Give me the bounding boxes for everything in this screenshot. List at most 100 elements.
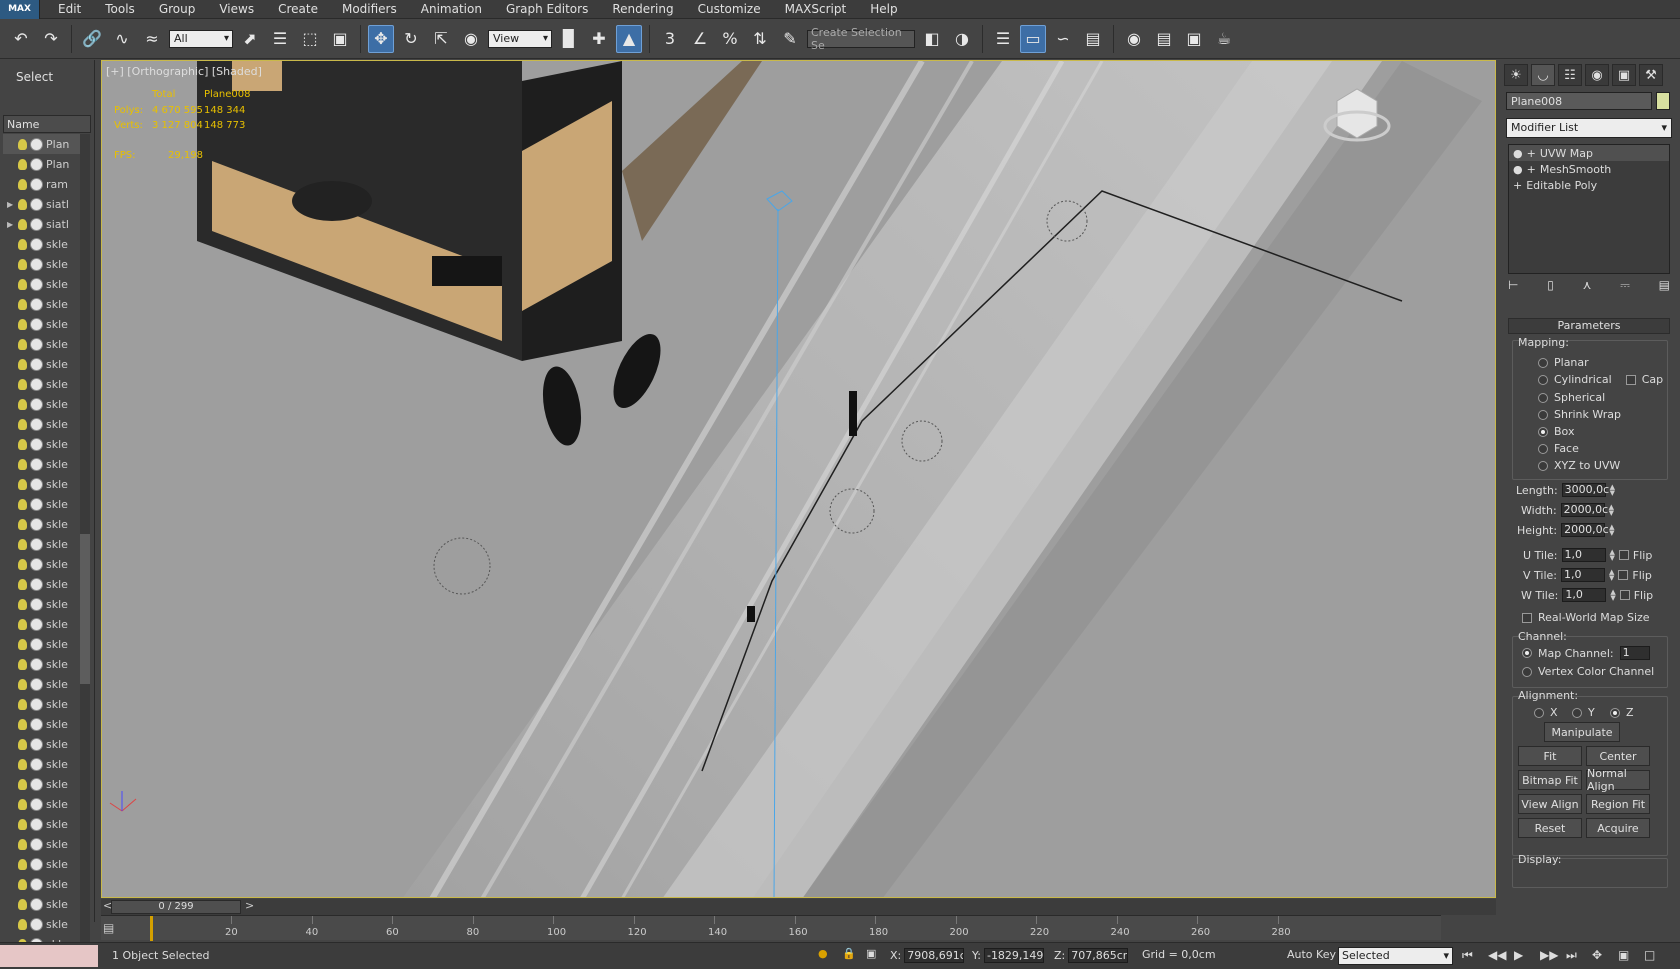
freeze-toggle-icon[interactable] — [30, 397, 43, 411]
length-input[interactable]: 3000,0c — [1561, 483, 1609, 497]
object-color-swatch[interactable] — [1656, 92, 1670, 110]
lightbulb-icon[interactable] — [18, 298, 27, 310]
manipulate-button[interactable]: Manipulate — [1544, 722, 1620, 742]
previous-frame-icon[interactable]: ◀◀ — [1488, 948, 1506, 962]
explorer-row[interactable]: skle — [3, 334, 83, 354]
freeze-toggle-icon[interactable] — [30, 917, 43, 931]
radio-button[interactable] — [1572, 707, 1582, 718]
render-setup-icon[interactable]: ▤ — [1151, 25, 1177, 53]
explorer-row[interactable]: skle — [3, 714, 83, 734]
motion-tab-icon[interactable]: ◉ — [1585, 64, 1609, 86]
lightbulb-icon[interactable] — [18, 358, 27, 370]
explorer-row[interactable]: skle — [3, 314, 83, 334]
create-tab-icon[interactable]: ☀ — [1504, 64, 1528, 86]
explorer-row[interactable]: skle — [3, 894, 83, 914]
lightbulb-icon[interactable] — [18, 838, 27, 850]
align-y-option[interactable]: Y — [1572, 706, 1595, 719]
parameters-rollout-header[interactable]: Parameters — [1508, 318, 1670, 334]
bitmap-fit-button[interactable]: Bitmap Fit — [1518, 770, 1582, 790]
height-input[interactable]: 2000,0c — [1561, 523, 1609, 537]
mapping-option-xyz-to-uvw[interactable]: XYZ to UVW — [1538, 459, 1620, 472]
viewport-label[interactable]: [+] [Orthographic] [Shaded] — [106, 65, 262, 78]
lightbulb-icon[interactable] — [18, 558, 27, 570]
lightbulb-icon[interactable] — [18, 418, 27, 430]
bulb-icon[interactable]: ● — [1513, 163, 1523, 176]
explorer-row[interactable]: skle — [3, 914, 83, 934]
freeze-toggle-icon[interactable] — [30, 357, 43, 371]
radio-button[interactable] — [1538, 392, 1548, 403]
menu-rendering[interactable]: Rendering — [600, 0, 685, 19]
lightbulb-icon[interactable] — [18, 278, 27, 290]
freeze-toggle-icon[interactable] — [30, 717, 43, 731]
link-icon[interactable]: 🔗 — [79, 25, 105, 53]
freeze-toggle-icon[interactable] — [30, 817, 43, 831]
freeze-toggle-icon[interactable] — [30, 277, 43, 291]
real-world-checkbox[interactable] — [1522, 612, 1532, 623]
map-channel-input[interactable]: 1 — [1619, 646, 1650, 660]
radio-button-selected[interactable] — [1610, 707, 1620, 718]
spinner-arrows-icon[interactable]: ▲ ▼ — [1609, 504, 1614, 517]
explorer-select-menu[interactable]: Select — [0, 60, 94, 94]
vertex-color-channel-option[interactable]: Vertex Color Channel — [1522, 665, 1654, 678]
lightbulb-icon[interactable] — [18, 478, 27, 490]
name-column-header[interactable]: Name — [3, 115, 91, 133]
mapping-option-spherical[interactable]: Spherical — [1538, 391, 1605, 404]
time-slider-handle[interactable]: 0 / 299 — [111, 900, 241, 914]
explorer-row[interactable]: skle — [3, 754, 83, 774]
w-tile-input[interactable]: 1,0 — [1562, 588, 1607, 602]
center-button[interactable]: Center — [1586, 746, 1650, 766]
lightbulb-icon[interactable] — [18, 498, 27, 510]
window-crossing-icon[interactable]: ▣ — [327, 25, 353, 53]
x-input[interactable]: 7908,691c — [904, 948, 965, 963]
freeze-toggle-icon[interactable] — [30, 677, 43, 691]
select-by-name-icon[interactable]: ☰ — [267, 25, 293, 53]
explorer-row[interactable]: skle — [3, 674, 83, 694]
lightbulb-icon[interactable] — [18, 698, 27, 710]
freeze-toggle-icon[interactable] — [30, 797, 43, 811]
freeze-toggle-icon[interactable] — [30, 857, 43, 871]
explorer-row[interactable]: skle — [3, 594, 83, 614]
stack-item-meshsmooth[interactable]: ● + MeshSmooth — [1509, 161, 1669, 177]
rectangular-selection-icon[interactable]: ⬚ — [297, 25, 323, 53]
explorer-row[interactable]: ▶ siatl — [3, 194, 83, 214]
rendered-frame-window-icon[interactable]: ▣ — [1181, 25, 1207, 53]
explorer-row[interactable]: skle — [3, 654, 83, 674]
v-tile-input[interactable]: 1,0 — [1561, 568, 1605, 582]
lightbulb-icon[interactable] — [18, 238, 27, 250]
mapping-option-cylindrical[interactable]: Cylindrical Cap — [1538, 373, 1663, 386]
menu-views[interactable]: Views — [207, 0, 266, 19]
view-align-button[interactable]: View Align — [1518, 794, 1582, 814]
stack-item-editable-poly[interactable]: + Editable Poly — [1509, 177, 1669, 193]
expand-arrow-icon[interactable]: ▶ — [7, 200, 15, 209]
lightbulb-icon[interactable] — [18, 378, 27, 390]
lightbulb-icon[interactable] — [18, 398, 27, 410]
explorer-row[interactable]: ram — [3, 174, 83, 194]
radio-button[interactable] — [1534, 707, 1544, 718]
explorer-row[interactable]: skle — [3, 434, 83, 454]
freeze-toggle-icon[interactable] — [30, 497, 43, 511]
unlink-icon[interactable]: ∿ — [109, 25, 135, 53]
modify-tab-icon[interactable]: ◡ — [1531, 64, 1555, 86]
explorer-row[interactable]: skle — [3, 874, 83, 894]
mapping-option-box[interactable]: Box — [1538, 425, 1574, 438]
play-icon[interactable]: ▶ — [1514, 948, 1523, 962]
key-filter-dropdown[interactable]: Selected — [1338, 947, 1453, 965]
auto-key-label[interactable]: Auto Key — [1287, 948, 1336, 961]
menu-group[interactable]: Group — [147, 0, 208, 19]
freeze-toggle-icon[interactable] — [30, 517, 43, 531]
radio-button[interactable] — [1538, 374, 1548, 385]
lightbulb-icon[interactable] — [18, 718, 27, 730]
freeze-toggle-icon[interactable] — [30, 477, 43, 491]
freeze-toggle-icon[interactable] — [30, 197, 43, 211]
v-flip-checkbox[interactable] — [1618, 570, 1629, 580]
freeze-toggle-icon[interactable] — [30, 437, 43, 451]
mapping-option-shrink-wrap[interactable]: Shrink Wrap — [1538, 408, 1621, 421]
radio-button[interactable] — [1538, 409, 1548, 420]
configure-sets-icon[interactable]: ▤ — [1659, 278, 1670, 293]
next-frame-icon[interactable]: > — [245, 899, 254, 912]
cap-checkbox[interactable] — [1625, 374, 1636, 385]
explorer-row[interactable]: skle — [3, 274, 83, 294]
maxscript-listener[interactable] — [0, 945, 98, 967]
freeze-toggle-icon[interactable] — [30, 577, 43, 591]
mapping-option-planar[interactable]: Planar — [1538, 356, 1589, 369]
